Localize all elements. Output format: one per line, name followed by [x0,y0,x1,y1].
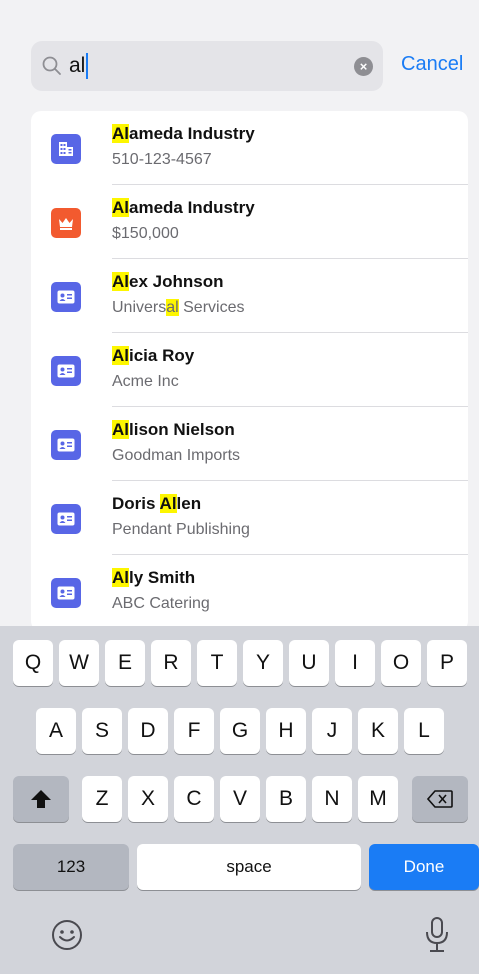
title-text: ameda Industry [129,124,255,143]
on-screen-keyboard: Q W E R T Y U I O P A S D F G H J K L Z … [0,626,479,974]
key-p[interactable]: P [427,640,467,686]
search-results-list: Alameda Industry 510-123-4567 Alameda In… [31,111,468,631]
key-v[interactable]: V [220,776,260,822]
key-h[interactable]: H [266,708,306,754]
key-e[interactable]: E [105,640,145,686]
contact-card-icon [51,282,81,312]
key-r[interactable]: R [151,640,191,686]
key-o[interactable]: O [381,640,421,686]
contact-card-icon [51,430,81,460]
text-caret [86,53,89,79]
match-highlight: Al [112,198,129,217]
key-d[interactable]: D [128,708,168,754]
match-highlight: Al [159,494,177,513]
key-a[interactable]: A [36,708,76,754]
result-subtitle: Pendant Publishing [112,521,250,538]
key-s[interactable]: S [82,708,122,754]
list-item[interactable]: Alicia Roy Acme Inc [31,333,468,407]
result-title: Ally Smith [112,568,195,588]
result-title: Alameda Industry [112,124,255,144]
search-bar[interactable]: al [31,41,383,91]
search-icon [42,56,61,75]
key-t[interactable]: T [197,640,237,686]
list-item[interactable]: Alex Johnson Universal Services [31,259,468,333]
match-highlight: Al [112,420,129,439]
key-c[interactable]: C [174,776,214,822]
numbers-key[interactable]: 123 [13,844,129,890]
result-subtitle: Goodman Imports [112,447,241,464]
contact-card-icon [51,356,81,386]
title-text: ameda Industry [129,198,255,217]
key-x[interactable]: X [128,776,168,822]
title-text: icia Roy [129,346,195,365]
key-m[interactable]: M [358,776,398,822]
result-title: Doris Allen [112,494,201,514]
match-highlight: Al [112,346,129,365]
emoji-icon[interactable] [50,918,84,952]
search-input[interactable]: al [69,53,89,79]
list-item[interactable]: Ally Smith ABC Catering [31,555,468,629]
result-title: Alicia Roy [112,346,194,366]
microphone-icon[interactable] [424,916,450,954]
key-n[interactable]: N [312,776,352,822]
list-item[interactable]: Alameda Industry 510-123-4567 [31,111,468,185]
key-k[interactable]: K [358,708,398,754]
key-f[interactable]: F [174,708,214,754]
clear-search-button[interactable]: × [354,57,373,76]
match-highlight: Al [112,272,129,291]
key-l[interactable]: L [404,708,444,754]
result-title: Allison Nielson [112,420,235,440]
title-text: ex Johnson [129,272,224,291]
search-query: al [69,54,86,77]
list-item[interactable]: Doris Allen Pendant Publishing [31,481,468,555]
done-key[interactable]: Done [369,844,479,890]
result-title: Alex Johnson [112,272,223,292]
contact-card-icon [51,578,81,608]
building-icon [51,134,81,164]
contact-card-icon [51,504,81,534]
list-item[interactable]: Alameda Industry $150,000 [31,185,468,259]
subtitle-text: Services [178,299,245,316]
title-text: lison Nielson [129,420,235,439]
result-subtitle: $150,000 [112,225,179,242]
key-i[interactable]: I [335,640,375,686]
match-highlight: al [166,299,179,316]
result-subtitle: Acme Inc [112,373,179,390]
subtitle-text: Univers [112,299,167,316]
key-q[interactable]: Q [13,640,53,686]
result-subtitle: 510-123-4567 [112,151,212,168]
match-highlight: Al [112,124,129,143]
key-j[interactable]: J [312,708,352,754]
shift-key[interactable] [13,776,69,822]
crown-icon [51,208,81,238]
cancel-button[interactable]: Cancel [401,53,463,76]
backspace-icon [427,790,453,808]
title-text: len [176,494,202,513]
result-subtitle: ABC Catering [112,595,210,612]
key-u[interactable]: U [289,640,329,686]
title-text: ly Smith [129,568,196,587]
delete-key[interactable] [412,776,468,822]
key-w[interactable]: W [59,640,99,686]
key-z[interactable]: Z [82,776,122,822]
result-subtitle: Universal Services [112,299,244,317]
key-g[interactable]: G [220,708,260,754]
key-b[interactable]: B [266,776,306,822]
list-item[interactable]: Allison Nielson Goodman Imports [31,407,468,481]
result-title: Alameda Industry [112,198,255,218]
key-y[interactable]: Y [243,640,283,686]
shift-arrow-icon [31,790,51,808]
match-highlight: Al [112,568,129,587]
title-text: Doris [112,494,160,513]
space-key[interactable]: space [137,844,361,890]
